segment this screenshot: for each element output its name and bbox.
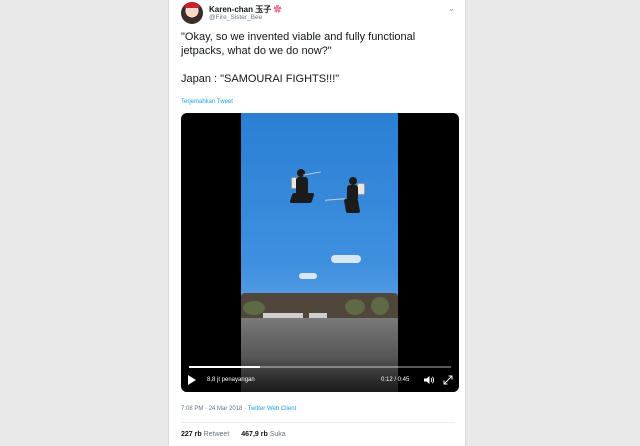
- flower-icon: ✿: [273, 5, 282, 14]
- divider: [181, 422, 455, 423]
- video-controls: 8,8 jt penayangan 0:12 / 0:45: [181, 357, 459, 392]
- video-progress-bar[interactable]: [189, 366, 451, 368]
- retweet-label: Retweet: [203, 431, 230, 438]
- video-player[interactable]: 8,8 jt penayangan 0:12 / 0:45: [181, 113, 459, 392]
- volume-icon[interactable]: [423, 375, 435, 385]
- like-label: Suka: [269, 431, 286, 438]
- fighter-head: [349, 177, 357, 185]
- cloud: [299, 273, 317, 279]
- meta-separator: ·: [205, 406, 208, 412]
- tweet-meta: 7:08 PM · 24 Mar 2018 · Twitter Web Clie…: [181, 406, 296, 412]
- author-handle[interactable]: @Fire_Sister_Bee: [209, 14, 262, 21]
- katana: [303, 171, 321, 176]
- fighter-left: [287, 169, 321, 213]
- fullscreen-icon[interactable]: [443, 375, 453, 385]
- tweet-client-link[interactable]: Twitter Web Client: [248, 406, 297, 412]
- meta-separator: ·: [244, 406, 247, 412]
- avatar[interactable]: [181, 2, 203, 24]
- tweet-line-2: Japan : "SAMOURAI FIGHTS!!!": [181, 73, 340, 85]
- katana: [324, 198, 346, 201]
- cloud: [331, 255, 361, 263]
- jetpack: [357, 183, 365, 195]
- play-icon[interactable]: [188, 375, 196, 385]
- avatar-bow: [184, 2, 200, 8]
- tweet-card: Karen-chan 玉子 ✿ @Fire_Sister_Bee ⌄ "Okay…: [168, 0, 466, 446]
- view-count: 8,8 jt penayangan: [207, 377, 255, 383]
- bush: [243, 301, 265, 315]
- like-count: 467,9 rb: [241, 431, 268, 438]
- bush: [345, 299, 365, 315]
- video-progress-fill: [189, 366, 260, 368]
- tweet-line-1: "Okay, so we invented viable and fully f…: [181, 31, 416, 57]
- retweet-stat[interactable]: 227 rb Retweet: [181, 431, 229, 438]
- video-frame: [241, 113, 398, 392]
- fighter-legs: [343, 199, 361, 213]
- chevron-down-icon[interactable]: ⌄: [448, 4, 455, 13]
- video-timecode: 0:12 / 0:45: [381, 377, 410, 383]
- bush: [371, 297, 389, 315]
- fighter-legs: [289, 193, 315, 203]
- tweet-stats: 227 rb Retweet 467,9 rb Suka: [181, 431, 286, 438]
- tweet-text: "Okay, so we invented viable and fully f…: [181, 30, 459, 86]
- tweet-date[interactable]: 24 Mar 2018: [209, 406, 243, 412]
- author-display-name: Karen-chan 玉子: [209, 5, 272, 14]
- translate-tweet-link[interactable]: Terjemahkan Tweet: [181, 99, 233, 105]
- tweet-time[interactable]: 7:08 PM: [181, 406, 203, 412]
- retweet-count: 227 rb: [181, 431, 202, 438]
- like-stat[interactable]: 467,9 rb Suka: [241, 431, 285, 438]
- fighter-head: [297, 169, 305, 177]
- fighter-right: [324, 177, 367, 221]
